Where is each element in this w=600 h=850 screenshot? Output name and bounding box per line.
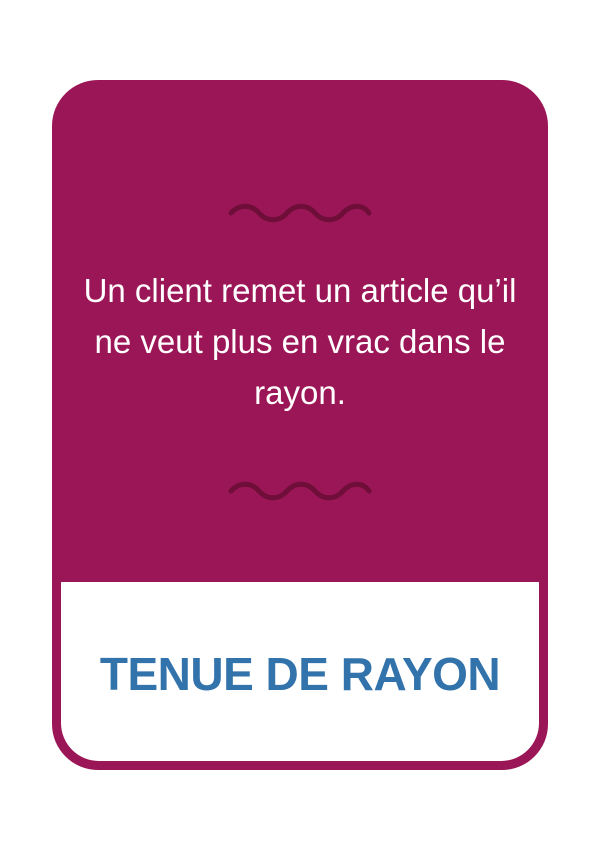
scenario-statement: Un client remet un article qu’il ne veut… [83,272,517,411]
card-category-panel: TENUE DE RAYON [61,582,539,761]
wavy-line-icon [228,203,372,223]
card-statement-panel: Un client remet un article qu’il ne veut… [52,80,548,582]
scenario-card: Un client remet un article qu’il ne veut… [52,80,548,770]
category-title: TENUE DE RAYON [99,648,501,700]
wavy-line-icon [228,481,372,501]
